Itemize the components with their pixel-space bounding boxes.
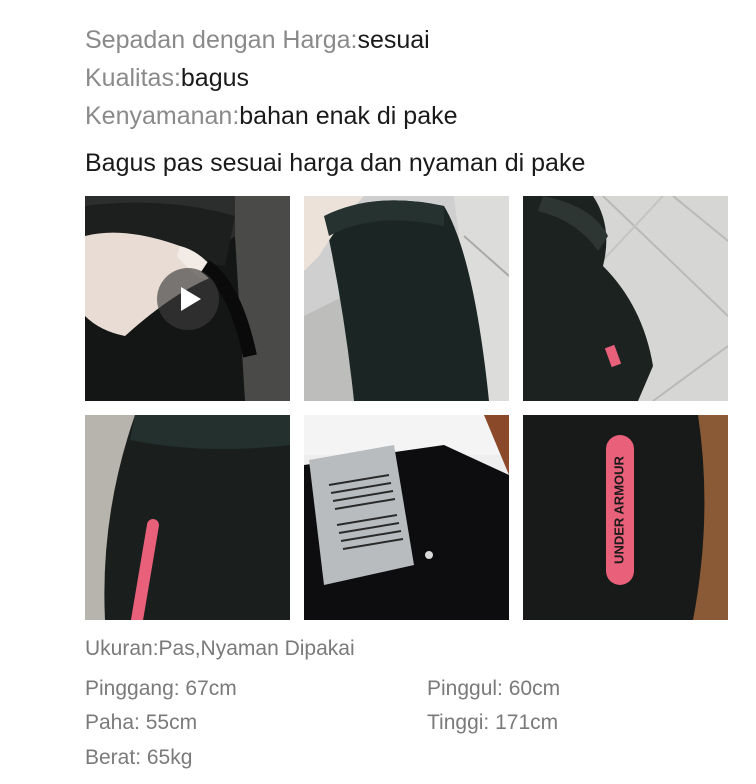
waist-measurement: Pinggang: 67cm xyxy=(85,677,237,700)
pants-photo-image xyxy=(523,196,728,401)
package-photo-image xyxy=(304,415,509,620)
size-fit-note: Ukuran:Pas,Nyaman Dipakai xyxy=(85,637,355,660)
review-photo-2[interactable] xyxy=(304,196,509,401)
thigh-measurement: Paha: 55cm xyxy=(85,711,198,734)
weight-measurement: Berat: 65kg xyxy=(85,746,193,769)
comfort-value: bahan enak di pake xyxy=(239,102,458,130)
pants-photo-image xyxy=(85,415,290,620)
review-video-thumbnail[interactable] xyxy=(85,196,290,401)
comfort-label: Kenyamanan: xyxy=(85,102,240,130)
review-photo-6[interactable]: UNDER ARMOUR xyxy=(523,415,728,620)
brand-print-text: UNDER ARMOUR xyxy=(611,455,626,563)
review-photo-4[interactable] xyxy=(85,415,290,620)
pants-photo-image xyxy=(304,196,509,401)
hip-measurement: Pinggul: 60cm xyxy=(427,677,561,700)
price-label: Sepadan dengan Harga: xyxy=(85,26,358,54)
review-comment: Bagus pas sesuai harga dan nyaman di pak… xyxy=(85,149,586,177)
quality-label: Kualitas: xyxy=(85,64,181,92)
play-button[interactable] xyxy=(157,268,219,330)
height-measurement: Tinggi: 171cm xyxy=(427,711,559,734)
comfort-rating-row: Kenyamanan:bahan enak di pake xyxy=(85,101,458,131)
quality-rating-row: Kualitas:bagus xyxy=(85,63,249,93)
price-rating-row: Sepadan dengan Harga:sesuai xyxy=(85,25,430,55)
quality-value: bagus xyxy=(180,64,250,92)
review-photo-5[interactable] xyxy=(304,415,509,620)
price-value: sesuai xyxy=(357,26,430,54)
review-photo-3[interactable] xyxy=(523,196,728,401)
pants-photo-image: UNDER ARMOUR xyxy=(523,415,728,620)
play-icon xyxy=(181,287,201,311)
